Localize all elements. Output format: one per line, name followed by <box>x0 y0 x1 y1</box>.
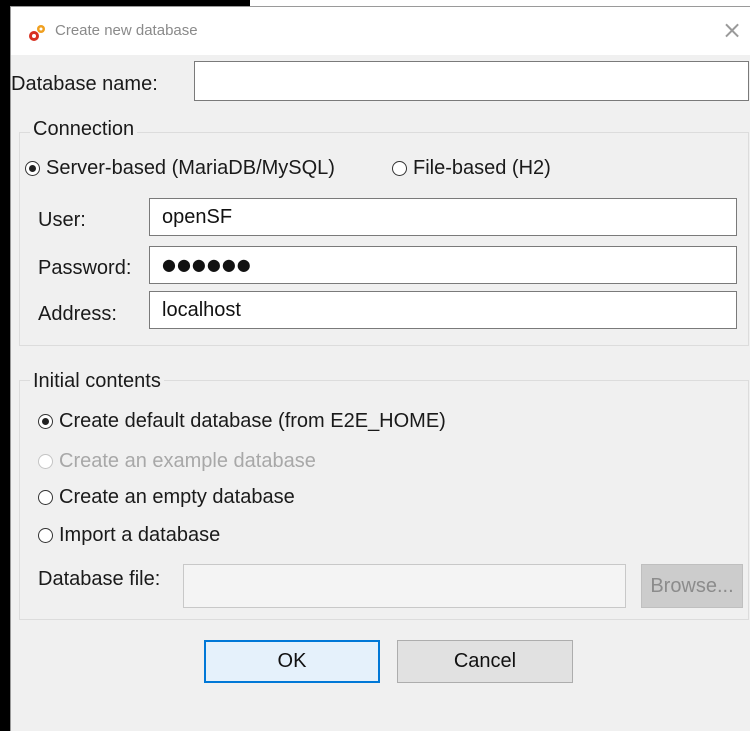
ok-button[interactable]: OK <box>204 640 380 683</box>
connection-group-title: Connection <box>30 118 138 141</box>
radio-import[interactable]: Import a database <box>38 524 220 547</box>
cancel-button[interactable]: Cancel <box>397 640 573 683</box>
database-name-input[interactable] <box>194 61 749 101</box>
radio-create-empty[interactable]: Create an empty database <box>38 486 295 509</box>
address-input[interactable]: localhost <box>149 291 737 329</box>
radio-file-based[interactable]: File-based (H2) <box>392 157 551 180</box>
radio-indicator <box>38 528 53 543</box>
radio-indicator <box>38 414 53 429</box>
dialog-title: Create new database <box>55 22 198 39</box>
radio-indicator <box>38 454 53 469</box>
radio-create-example-label: Create an example database <box>59 450 316 472</box>
browse-button: Browse... <box>641 564 743 608</box>
radio-create-default[interactable]: Create default database (from E2E_HOME) <box>38 410 446 433</box>
radio-indicator <box>392 161 407 176</box>
title-bar: Create new database × <box>11 7 750 55</box>
password-label: Password: <box>38 257 132 279</box>
radio-create-example: Create an example database <box>38 450 316 473</box>
user-label: User: <box>38 209 86 231</box>
screen: Create new database × Database name: Con… <box>0 0 750 731</box>
gear-cluster-icon <box>29 25 45 41</box>
radio-file-based-label: File-based (H2) <box>413 157 551 179</box>
user-input[interactable]: openSF <box>149 198 737 236</box>
close-icon[interactable]: × <box>718 16 746 44</box>
radio-indicator <box>25 161 40 176</box>
create-database-dialog: Create new database × Database name: Con… <box>10 6 750 731</box>
address-label: Address: <box>38 303 117 325</box>
radio-indicator <box>38 490 53 505</box>
radio-create-empty-label: Create an empty database <box>59 486 295 508</box>
background-window-edge <box>0 0 10 731</box>
radio-server-based-label: Server-based (MariaDB/MySQL) <box>46 157 335 179</box>
radio-server-based[interactable]: Server-based (MariaDB/MySQL) <box>25 157 335 180</box>
initial-contents-group-title: Initial contents <box>30 370 164 393</box>
radio-import-label: Import a database <box>59 524 221 546</box>
password-input[interactable]: ●●●●●● <box>149 246 737 284</box>
database-file-label: Database file: <box>38 568 161 590</box>
database-file-input <box>183 564 626 608</box>
radio-create-default-label: Create default database (from E2E_HOME) <box>59 410 446 432</box>
database-name-label: Database name: <box>11 73 158 95</box>
